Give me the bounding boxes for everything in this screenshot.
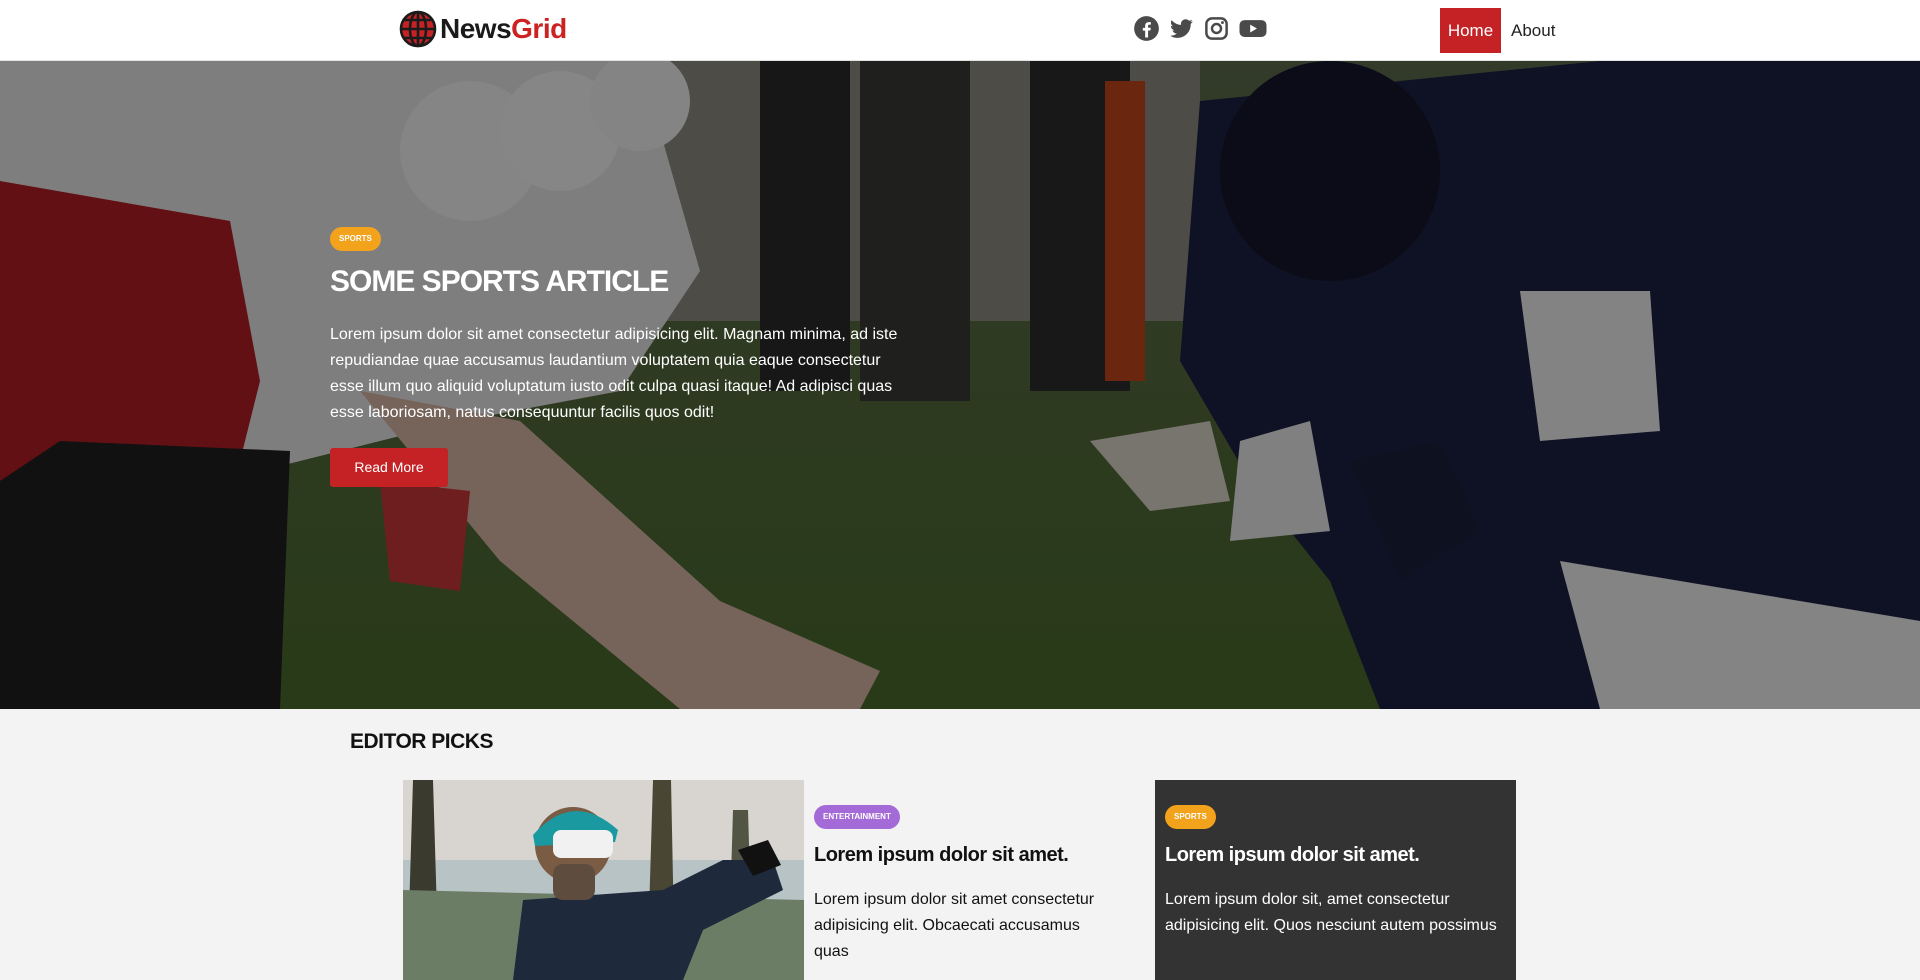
card-text: Lorem ipsum dolor sit, amet consectetur … — [1165, 891, 1497, 934]
hero-banner: SPORTS SOME SPORTS ARTICLE Lorem ipsum d… — [0, 61, 1920, 709]
category-badge[interactable]: SPORTS — [330, 227, 381, 251]
category-badge[interactable]: ENTERTAINMENT — [814, 805, 900, 829]
youtube-icon[interactable] — [1238, 15, 1268, 42]
logo-text-grid: Grid — [511, 13, 567, 44]
facebook-icon[interactable] — [1133, 15, 1160, 42]
instagram-icon[interactable] — [1203, 15, 1230, 42]
hero-overlay — [0, 61, 1920, 709]
logo-text-news: News — [440, 13, 512, 44]
editor-pick-card[interactable]: ENTERTAINMENT Lorem ipsum dolor sit amet… — [403, 780, 1125, 980]
logo-text: NewsGrid — [440, 15, 567, 43]
logo[interactable]: NewsGrid — [399, 10, 567, 48]
twitter-icon[interactable] — [1168, 15, 1195, 42]
hero-title: SOME SPORTS ARTICLE — [330, 265, 669, 298]
card-body: ENTERTAINMENT Lorem ipsum dolor sit amet… — [814, 805, 1114, 965]
hero-text: Lorem ipsum dolor sit amet consectetur a… — [330, 326, 898, 421]
card-body: SPORTS Lorem ipsum dolor sit amet. Lorem… — [1165, 805, 1500, 939]
card-text: Lorem ipsum dolor sit amet consectetur a… — [814, 891, 1095, 960]
social-links — [1133, 15, 1276, 42]
card-title[interactable]: Lorem ipsum dolor sit amet. — [1165, 843, 1500, 867]
read-more-button[interactable]: Read More — [330, 448, 448, 487]
site-header: NewsGrid Home About — [0, 0, 1920, 61]
category-badge[interactable]: SPORTS — [1165, 805, 1216, 829]
editor-picks-heading: EDITOR PICKS — [350, 730, 493, 753]
editor-pick-card[interactable]: SPORTS Lorem ipsum dolor sit amet. Lorem… — [1155, 780, 1516, 980]
nav-home[interactable]: Home — [1440, 8, 1501, 53]
card-title[interactable]: Lorem ipsum dolor sit amet. — [814, 843, 1114, 867]
card-image[interactable] — [403, 780, 804, 980]
nav-about[interactable]: About — [1501, 8, 1565, 53]
hero-content: SPORTS SOME SPORTS ARTICLE Lorem ipsum d… — [330, 227, 910, 487]
main-nav: Home About — [1440, 8, 1565, 53]
globe-icon — [399, 10, 437, 48]
